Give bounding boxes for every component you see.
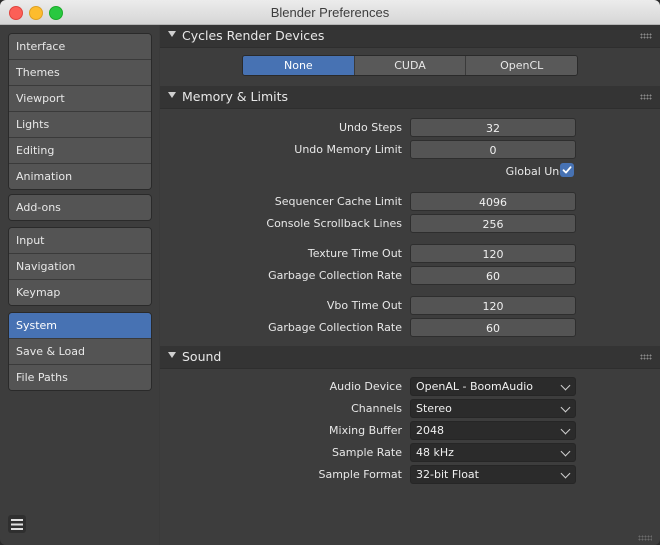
sidebar-item-system[interactable]: System [9,313,151,339]
expand-arrow-icon [168,352,176,358]
undo-memory-limit-label: Undo Memory Limit [294,143,402,156]
console-scrollback-label: Console Scrollback Lines [266,217,402,230]
sample-rate-dropdown[interactable]: 48 kHz [410,443,576,462]
console-scrollback-field[interactable]: 256 [410,214,576,233]
sample-format-dropdown[interactable]: 32-bit Float [410,465,576,484]
row-texture-time-out: Texture Time Out 120 [160,244,660,263]
panel-header-memory[interactable]: Memory & Limits [160,86,660,109]
row-vbo-gc-rate: Garbage Collection Rate 60 [160,318,660,337]
row-sequencer-cache-limit: Sequencer Cache Limit 4096 [160,192,660,211]
sidebar-item-navigation[interactable]: Navigation [9,254,151,280]
row-mixing-buffer: Mixing Buffer 2048 [160,421,660,440]
undo-steps-field[interactable]: 32 [410,118,576,137]
sample-rate-value: 48 kHz [416,446,454,459]
row-channels: Channels Stereo [160,399,660,418]
panel-grip-icon[interactable] [640,94,652,100]
vbo-time-out-field[interactable]: 120 [410,296,576,315]
panel-header-sound[interactable]: Sound [160,346,660,369]
cycles-device-selector: None CUDA OpenCL [242,55,578,76]
row-sample-rate: Sample Rate 48 kHz [160,443,660,462]
sample-rate-label: Sample Rate [332,446,402,459]
sidebar-item-input[interactable]: Input [9,228,151,254]
global-undo-checkbox[interactable] [560,163,574,177]
sidebar-item-viewport[interactable]: Viewport [9,86,151,112]
row-global-undo: Global Undo [160,162,660,181]
sidebar-item-interface[interactable]: Interface [9,34,151,60]
hamburger-menu-icon[interactable] [8,515,26,533]
sidebar: Interface Themes Viewport Lights Editing… [0,25,159,545]
chevron-down-icon [560,402,571,413]
row-texture-gc-rate: Garbage Collection Rate 60 [160,266,660,285]
vbo-gc-rate-label: Garbage Collection Rate [268,321,402,334]
texture-gc-rate-label: Garbage Collection Rate [268,269,402,282]
chevron-down-icon [560,380,571,391]
sidebar-item-animation[interactable]: Animation [9,164,151,189]
row-undo-steps: Undo Steps 32 [160,118,660,137]
cycles-device-none[interactable]: None [243,56,355,75]
sidebar-item-add-ons[interactable]: Add-ons [9,195,151,220]
vbo-time-out-label: Vbo Time Out [326,299,402,312]
sidebar-item-file-paths[interactable]: File Paths [9,365,151,390]
expand-arrow-icon [168,31,176,37]
sample-format-label: Sample Format [318,468,402,481]
chevron-down-icon [560,424,571,435]
sidebar-item-themes[interactable]: Themes [9,60,151,86]
undo-steps-label: Undo Steps [338,121,402,134]
row-vbo-time-out: Vbo Time Out 120 [160,296,660,315]
sidebar-item-editing[interactable]: Editing [9,138,151,164]
sample-format-value: 32-bit Float [416,468,479,481]
window-title: Blender Preferences [270,5,390,20]
undo-memory-limit-field[interactable]: 0 [410,140,576,159]
sidebar-group-addons: Add-ons [8,194,152,221]
sidebar-group-general: Interface Themes Viewport Lights Editing… [8,33,152,190]
cycles-device-opencl[interactable]: OpenCL [466,56,577,75]
panel-grip-icon[interactable] [640,354,652,360]
audio-device-value: OpenAL - BoomAudio [416,380,533,393]
row-audio-device: Audio Device OpenAL - BoomAudio [160,377,660,396]
sequencer-cache-limit-field[interactable]: 4096 [410,192,576,211]
title-bar: Blender Preferences [0,0,660,25]
channels-value: Stereo [416,402,452,415]
audio-device-label: Audio Device [329,380,402,393]
panel-title-cycles: Cycles Render Devices [182,28,325,43]
cycles-device-cuda[interactable]: CUDA [354,56,467,75]
mixing-buffer-value: 2048 [416,424,444,437]
audio-device-dropdown[interactable]: OpenAL - BoomAudio [410,377,576,396]
panel-title-memory: Memory & Limits [182,89,289,104]
row-sample-format: Sample Format 32-bit Float [160,465,660,484]
mixing-buffer-label: Mixing Buffer [329,424,402,437]
mixing-buffer-dropdown[interactable]: 2048 [410,421,576,440]
preferences-window: Blender Preferences Interface Themes Vie… [0,0,660,545]
resize-grip-icon[interactable] [638,535,652,541]
sidebar-group-system: System Save & Load File Paths [8,312,152,391]
channels-dropdown[interactable]: Stereo [410,399,576,418]
sidebar-item-save-load[interactable]: Save & Load [9,339,151,365]
panel-header-cycles[interactable]: Cycles Render Devices [160,25,660,48]
channels-label: Channels [351,402,402,415]
texture-gc-rate-field[interactable]: 60 [410,266,576,285]
row-console-scrollback: Console Scrollback Lines 256 [160,214,660,233]
panel-title-sound: Sound [182,349,222,364]
row-undo-memory-limit: Undo Memory Limit 0 [160,140,660,159]
chevron-down-icon [560,446,571,457]
sidebar-group-input: Input Navigation Keymap [8,227,152,306]
expand-arrow-icon [168,92,176,98]
chevron-down-icon [560,468,571,479]
checkmark-icon [562,166,572,174]
sequencer-cache-limit-label: Sequencer Cache Limit [274,195,402,208]
preferences-main: Cycles Render Devices None CUDA OpenCL M… [160,25,660,545]
sidebar-item-keymap[interactable]: Keymap [9,280,151,305]
vbo-gc-rate-field[interactable]: 60 [410,318,576,337]
texture-time-out-label: Texture Time Out [307,247,402,260]
texture-time-out-field[interactable]: 120 [410,244,576,263]
panel-grip-icon[interactable] [640,33,652,39]
sidebar-item-lights[interactable]: Lights [9,112,151,138]
